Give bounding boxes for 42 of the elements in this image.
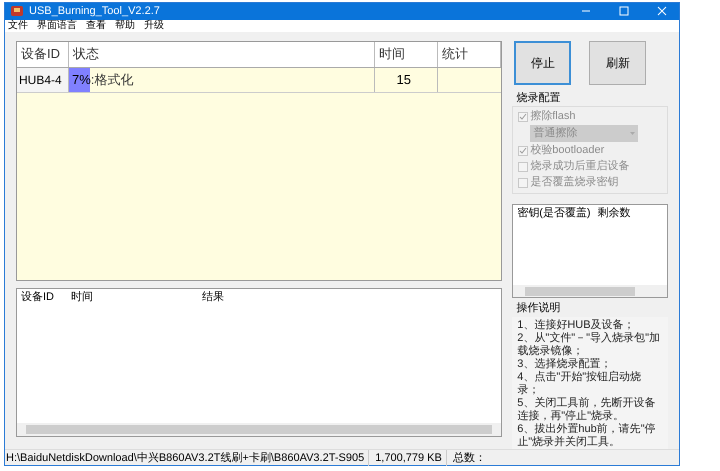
group-title: 烧录配置 — [515, 92, 560, 104]
menu-item[interactable]: 帮助 — [115, 20, 135, 32]
section-title: 操作说明 — [515, 301, 562, 316]
menu-item[interactable]: 界面语言 — [37, 20, 77, 32]
instruction-line: 6、拔出外置hub前，请先"停止"烧录并关闭工具。 — [517, 422, 657, 448]
instruction-line: 3、选择烧录配置； — [517, 358, 612, 370]
close-icon[interactable] — [657, 6, 667, 16]
checkbox-label: 是否覆盖烧录密钥 — [530, 174, 618, 190]
status-text: :格式化 — [90, 70, 134, 89]
column-header: 状态 — [69, 42, 375, 66]
checkbox-label: 校验bootloader — [530, 143, 604, 158]
instruction-line: 1、连接好HUB及设备； — [517, 318, 636, 332]
horizontal-scrollbar[interactable] — [17, 422, 502, 436]
column-header: 统计 — [438, 42, 502, 66]
table-cell: HUB4-4 — [17, 68, 69, 92]
checkbox-label: 擦除flash — [530, 108, 576, 124]
menu-item[interactable]: 查看 — [86, 20, 106, 32]
menu-item[interactable]: 文件 — [8, 20, 28, 32]
progress-percent: 7% — [71, 70, 91, 89]
instruction-line: 2、从"文件"－"导入烧录包"加载烧录镜像； — [517, 332, 661, 358]
table-cell-text: 15 — [396, 70, 411, 89]
horizontal-scrollbar[interactable] — [513, 285, 667, 297]
instruction-line: 4、点击"开始"按钮启动烧录； — [517, 370, 642, 396]
column-header: 结果 — [202, 291, 224, 304]
window-title: USB_Burning_Tool_V2.2.7 — [29, 4, 160, 19]
column-header: 剩余数 — [597, 206, 630, 219]
maximize-icon[interactable] — [619, 6, 629, 16]
status-text: 总数： — [452, 450, 486, 466]
checkbox-label: 烧录成功后重启设备 — [530, 158, 630, 174]
instruction-line: 5、关闭工具前，先断开设备连接，再"停止"烧录。 — [517, 396, 656, 422]
app-icon — [11, 5, 23, 18]
status-text: 1,700,779 KB — [375, 450, 447, 466]
status-text: H:\BaiduNetdiskDownload\中兴B860AV3.2T线刷+卡刷\B860AV3.2T-S905 — [6, 450, 370, 466]
stop-button[interactable]: 停止 — [514, 40, 572, 84]
column-header: 设备ID — [21, 291, 54, 304]
refresh-button[interactable]: 刷新 — [589, 40, 646, 84]
menu-item[interactable]: 升级 — [144, 20, 164, 32]
column-header: 时间 — [375, 42, 438, 66]
caret-icon — [630, 132, 636, 135]
column-header: 设备ID — [17, 42, 69, 66]
column-header: 时间 — [71, 291, 93, 304]
column-header: 密钥(是否覆盖) — [517, 206, 591, 219]
